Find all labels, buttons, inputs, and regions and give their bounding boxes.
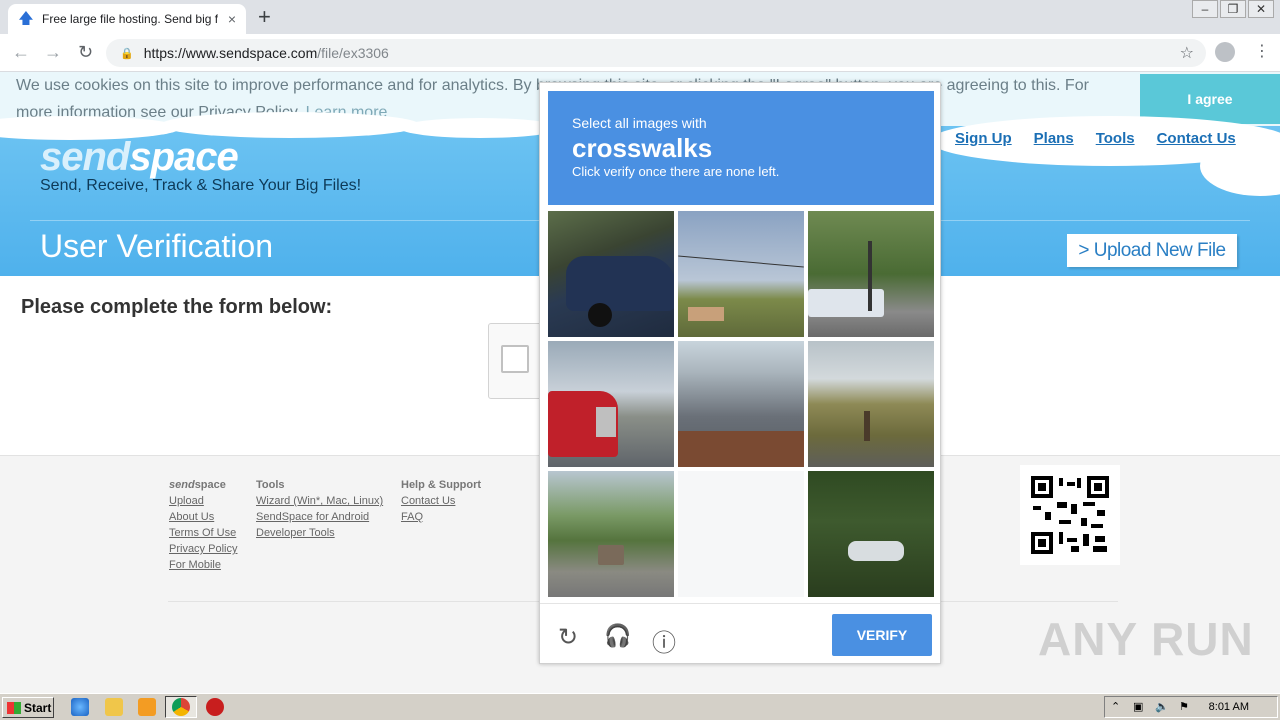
tab-strip: 🡅 Free large file hosting. Send big file… (0, 0, 1280, 34)
footer-logo-send: send (169, 479, 195, 491)
footer-help-heading: Help & Support (401, 479, 482, 491)
tray-arrow-icon[interactable]: ⌃ (1111, 700, 1120, 713)
top-nav: Sign Up Plans Tools Contact Us (955, 130, 1236, 147)
footer-link-faq[interactable]: FAQ (401, 509, 481, 525)
start-button[interactable]: Start (2, 697, 54, 718)
window-controls: – ❐ ✕ (1190, 0, 1274, 18)
footer-col-sendspace: sendspace Upload About Us Terms Of Use P… (169, 477, 237, 573)
browser-tab[interactable]: 🡅 Free large file hosting. Send big file… (8, 4, 246, 34)
captcha-tile[interactable] (808, 341, 934, 467)
captcha-tile-blank[interactable] (678, 471, 804, 597)
url-path: /file/ex3306 (317, 45, 389, 61)
folder-icon[interactable] (105, 698, 123, 716)
footer-link-upload[interactable]: Upload (169, 493, 237, 509)
captcha-tile[interactable] (808, 211, 934, 337)
media-player-icon[interactable] (138, 698, 156, 716)
tab-title: Free large file hosting. Send big files (42, 12, 218, 26)
maximize-button[interactable]: ❐ (1220, 0, 1246, 18)
sendspace-logo[interactable]: sendspace (40, 135, 239, 180)
taskbar: Start ⌃ ▣ 🔈 ⚑ 8:01 AM (0, 693, 1280, 720)
minimize-button[interactable]: – (1192, 0, 1218, 18)
nav-plans[interactable]: Plans (1034, 130, 1074, 147)
captcha-target: crosswalks (572, 133, 713, 163)
captcha-line1: Select all images with (572, 115, 707, 131)
menu-icon[interactable]: ⋮ (1254, 41, 1270, 61)
address-bar[interactable]: 🔒 https://www.sendspace.com/file/ex3306 … (106, 39, 1206, 67)
footer-col-tools: Tools Wizard (Win*, Mac, Linux) SendSpac… (256, 477, 383, 541)
network-icon[interactable]: ▣ (1133, 700, 1143, 713)
footer-col-help: Help & Support Contact Us FAQ (401, 477, 481, 525)
captcha-tile[interactable] (548, 211, 674, 337)
upload-arrow-icon: 🡅 (18, 10, 34, 27)
captcha-image-grid (548, 211, 934, 597)
captcha-tile[interactable] (678, 341, 804, 467)
upload-new-file-button[interactable]: > Upload New File (1067, 234, 1237, 267)
new-tab-button[interactable]: + (258, 6, 271, 28)
url-host: https://www.sendspace.com (143, 45, 318, 61)
info-icon[interactable]: ⓘ (652, 623, 676, 658)
nav-contact-us[interactable]: Contact Us (1157, 130, 1236, 147)
bookmark-star-icon[interactable]: ☆ (1180, 43, 1194, 63)
lock-icon: 🔒 (120, 47, 134, 60)
footer-logo-space: space (194, 479, 226, 491)
windows-flag-icon (7, 701, 21, 714)
captcha-footer-divider (540, 603, 940, 604)
back-button[interactable]: ← (12, 42, 30, 63)
footer-link-mobile[interactable]: For Mobile (169, 557, 237, 573)
nav-sign-up[interactable]: Sign Up (955, 130, 1012, 147)
footer-link-contact[interactable]: Contact Us (401, 493, 481, 509)
reload-button[interactable]: ↻ (78, 42, 93, 63)
captcha-tile[interactable] (808, 471, 934, 597)
captcha-challenge: Select all images with crosswalks Click … (539, 82, 941, 664)
forward-button[interactable]: → (44, 42, 62, 63)
browser-toolbar: ← → ↻ 🔒 https://www.sendspace.com/file/e… (0, 34, 1280, 72)
audio-icon[interactable]: 🎧 (604, 623, 631, 649)
footer-link-developer[interactable]: Developer Tools (256, 525, 383, 541)
tagline: Send, Receive, Track & Share Your Big Fi… (40, 177, 362, 194)
captcha-instructions: Select all images with crosswalks Click … (548, 91, 934, 205)
page-title: User Verification (40, 228, 273, 264)
footer-tools-heading: Tools (256, 479, 285, 491)
recaptcha-checkbox[interactable] (501, 345, 529, 373)
footer-link-android[interactable]: SendSpace for Android (256, 509, 383, 525)
tab-close-icon[interactable]: × (228, 11, 236, 27)
chrome-icon (172, 698, 190, 716)
form-heading: Please complete the form below: (21, 296, 333, 318)
close-window-button[interactable]: ✕ (1248, 0, 1274, 18)
anyrun-watermark: ANY RUN (1038, 613, 1254, 665)
antivirus-icon[interactable] (206, 698, 224, 716)
footer-link-wizard[interactable]: Wizard (Win*, Mac, Linux) (256, 493, 383, 509)
clock: 8:01 AM (1208, 701, 1249, 713)
qr-code-icon (1020, 465, 1120, 565)
captcha-tile[interactable] (548, 471, 674, 597)
captcha-line3: Click verify once there are none left. (572, 164, 780, 179)
system-tray: ⌃ ▣ 🔈 ⚑ 8:01 AM (1104, 696, 1278, 718)
footer-link-about[interactable]: About Us (169, 509, 237, 525)
captcha-tile[interactable] (678, 211, 804, 337)
nav-tools[interactable]: Tools (1096, 130, 1135, 147)
reload-icon[interactable]: ↻ (558, 623, 578, 652)
volume-icon[interactable]: 🔈 (1155, 700, 1169, 713)
footer-link-terms[interactable]: Terms Of Use (169, 525, 237, 541)
ie-icon[interactable] (71, 698, 89, 716)
captcha-tile[interactable] (548, 341, 674, 467)
footer-link-privacy[interactable]: Privacy Policy (169, 541, 237, 557)
flag-icon[interactable]: ⚑ (1179, 700, 1189, 713)
profile-avatar[interactable] (1215, 42, 1235, 62)
verify-button[interactable]: VERIFY (832, 614, 932, 656)
